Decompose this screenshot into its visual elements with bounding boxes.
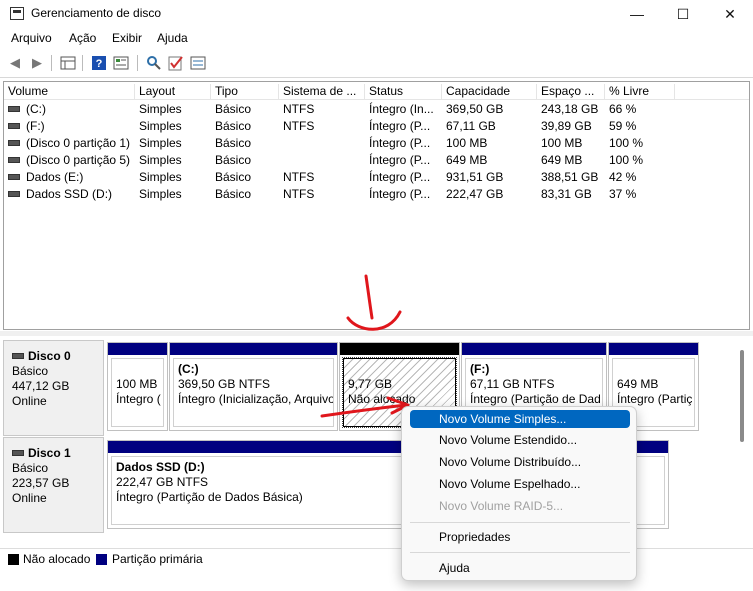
annotation-right-arrow <box>320 396 410 418</box>
menu-item-ajuda[interactable]: Ajuda <box>410 559 630 577</box>
menu-item-propriedades[interactable]: Propriedades <box>410 528 630 546</box>
context-menu: Novo Volume Simples... Novo Volume Esten… <box>401 406 637 581</box>
menu-item-novo-volume-raid5: Novo Volume RAID-5... <box>439 499 564 513</box>
menu-separator <box>410 552 630 553</box>
annotation-overlay <box>320 274 410 418</box>
annotation-down-arrow <box>346 274 402 331</box>
menu-item-novo-volume-simples[interactable]: Novo Volume Simples... <box>410 410 630 428</box>
menu-item-novo-volume-estendido[interactable]: Novo Volume Estendido... <box>410 431 630 449</box>
menu-separator <box>410 522 630 523</box>
menu-item-novo-volume-espelhado[interactable]: Novo Volume Espelhado... <box>410 475 630 493</box>
menu-item-novo-volume-distribuido[interactable]: Novo Volume Distribuído... <box>410 453 630 471</box>
